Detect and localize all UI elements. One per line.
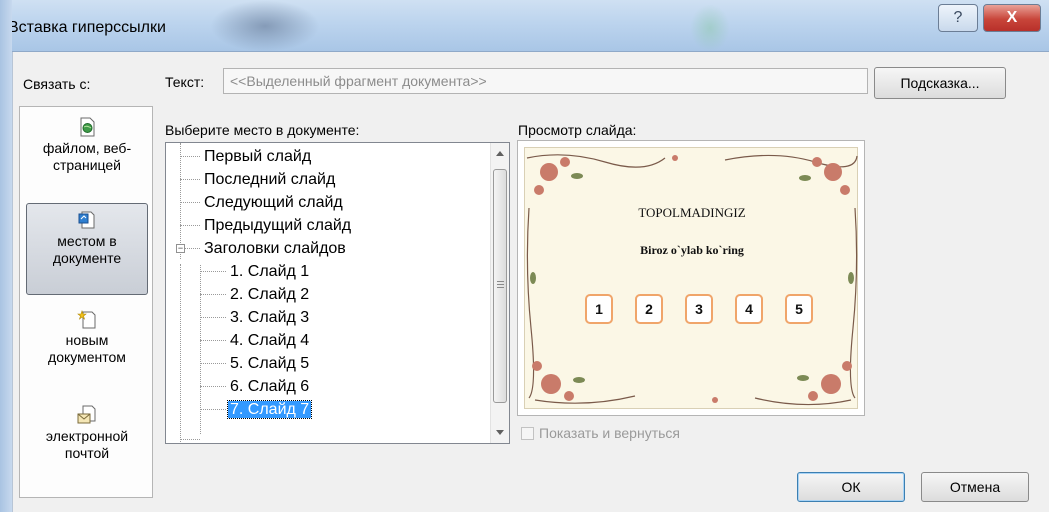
help-icon: ? xyxy=(953,9,963,26)
dialog-body: Связать с: Текст: <<Выделенный фрагмент … xyxy=(12,52,1049,512)
link-option-label: документом xyxy=(48,349,126,365)
tree-line xyxy=(180,179,200,180)
background-blur xyxy=(210,0,320,52)
link-option-place-in-document[interactable]: местом в документе xyxy=(26,203,148,295)
link-option-label: электронной xyxy=(45,428,129,444)
close-button[interactable]: X xyxy=(983,4,1041,32)
scroll-down-arrow-icon[interactable] xyxy=(496,430,504,435)
slide-number-buttons: 1 2 3 4 5 xyxy=(585,294,815,326)
tree-item[interactable]: Предыдущий слайд xyxy=(202,214,353,237)
cancel-button[interactable]: Отмена xyxy=(921,472,1029,502)
tree-item-slide[interactable]: 5. Слайд 5 xyxy=(228,352,311,375)
link-option-web-page[interactable]: файлом, веб- страницей xyxy=(26,111,148,203)
tree-item-slide-selected[interactable]: 7. Слайд 7 xyxy=(226,398,313,421)
slide-title: TOPOLMADINGIZ xyxy=(638,205,746,220)
tree-item-slide[interactable]: 6. Слайд 6 xyxy=(228,375,311,398)
show-and-return-label: Показать и вернуться xyxy=(539,425,680,441)
tree-item-slide[interactable]: 2. Слайд 2 xyxy=(228,283,311,306)
slide-number-box: 4 xyxy=(735,294,763,324)
tree-item-slide[interactable]: 1. Слайд 1 xyxy=(228,260,311,283)
show-and-return-option: Показать и вернуться xyxy=(521,425,680,441)
tree-line xyxy=(200,317,226,318)
scroll-up-arrow-icon[interactable] xyxy=(496,151,504,156)
window-title: Вставка гиперссылки xyxy=(8,19,166,36)
text-label: Текст: xyxy=(165,74,205,90)
background-blur xyxy=(690,4,730,52)
slide-number-box: 3 xyxy=(685,294,713,324)
tree-item[interactable]: Первый слайд xyxy=(202,145,313,168)
link-option-label: почтой xyxy=(64,445,110,461)
tree-line xyxy=(200,294,226,295)
tree-item-slide-titles[interactable]: Заголовки слайдов xyxy=(202,237,348,260)
tree-line xyxy=(185,248,200,249)
link-option-label: местом в xyxy=(57,233,117,249)
slide-preview: TOPOLMADINGIZ Biroz o`ylab ko`ring 1 2 3… xyxy=(517,140,865,416)
collapse-toggle[interactable]: − xyxy=(176,244,185,253)
slide-thumbnail: TOPOLMADINGIZ Biroz o`ylab ko`ring 1 2 3… xyxy=(524,147,858,409)
new-document-icon xyxy=(77,310,96,329)
display-text-input[interactable]: <<Выделенный фрагмент документа>> xyxy=(223,68,868,94)
link-option-new-document[interactable]: новым документом xyxy=(26,303,148,395)
link-option-label: страницей xyxy=(52,157,121,173)
tree-item[interactable]: Следующий слайд xyxy=(202,191,345,214)
tree-item-slide[interactable]: 3. Слайд 3 xyxy=(228,306,311,329)
show-and-return-checkbox[interactable] xyxy=(521,426,534,440)
tree-line xyxy=(200,386,226,387)
tree-line xyxy=(200,363,226,364)
window-frame xyxy=(0,0,12,512)
place-label: Выберите место в документе: xyxy=(165,122,360,138)
web-page-file-icon xyxy=(80,117,95,137)
link-option-label: файлом, веб- xyxy=(42,140,132,156)
slide-number-box: 2 xyxy=(635,294,663,324)
tree-line xyxy=(200,340,226,341)
tree-line xyxy=(180,225,200,226)
link-option-label: документе xyxy=(52,250,122,266)
tree-scrollbar[interactable] xyxy=(490,143,509,443)
tree-item-slide[interactable]: 4. Слайд 4 xyxy=(228,329,311,352)
tree-line xyxy=(180,264,181,443)
link-to-label: Связать с: xyxy=(23,76,91,92)
help-button[interactable]: ? xyxy=(938,4,978,32)
tree-line xyxy=(180,156,200,157)
slide-subtitle: Biroz o`ylab ko`ring xyxy=(640,243,744,257)
tree-line xyxy=(180,143,181,259)
slide-number-box: 5 xyxy=(785,294,813,324)
link-option-email[interactable]: электронной почтой xyxy=(26,399,148,491)
link-to-bar: файлом, веб- страницей местом в документ… xyxy=(19,106,153,498)
tree-item[interactable]: Последний слайд xyxy=(202,168,337,191)
floral-border-image xyxy=(526,154,858,406)
tree-line xyxy=(200,271,226,272)
slide-number-box: 1 xyxy=(585,294,613,324)
email-icon xyxy=(77,405,96,424)
tree-line xyxy=(200,409,226,410)
grip-icon xyxy=(497,281,504,288)
place-tree[interactable]: − Первый слайд Последний слайд Следующий… xyxy=(165,142,510,444)
screentip-button[interactable]: Подсказка... xyxy=(874,67,1006,99)
tree-line xyxy=(180,439,200,440)
tree-line xyxy=(180,202,200,203)
scroll-thumb[interactable] xyxy=(493,169,507,403)
title-bar: Вставка гиперссылки ? X xyxy=(0,0,1049,52)
ok-button[interactable]: ОК xyxy=(797,472,905,502)
link-option-label: новым xyxy=(65,332,109,348)
document-place-icon xyxy=(78,211,95,229)
close-icon: X xyxy=(1006,9,1018,26)
preview-label: Просмотр слайда: xyxy=(518,122,637,138)
